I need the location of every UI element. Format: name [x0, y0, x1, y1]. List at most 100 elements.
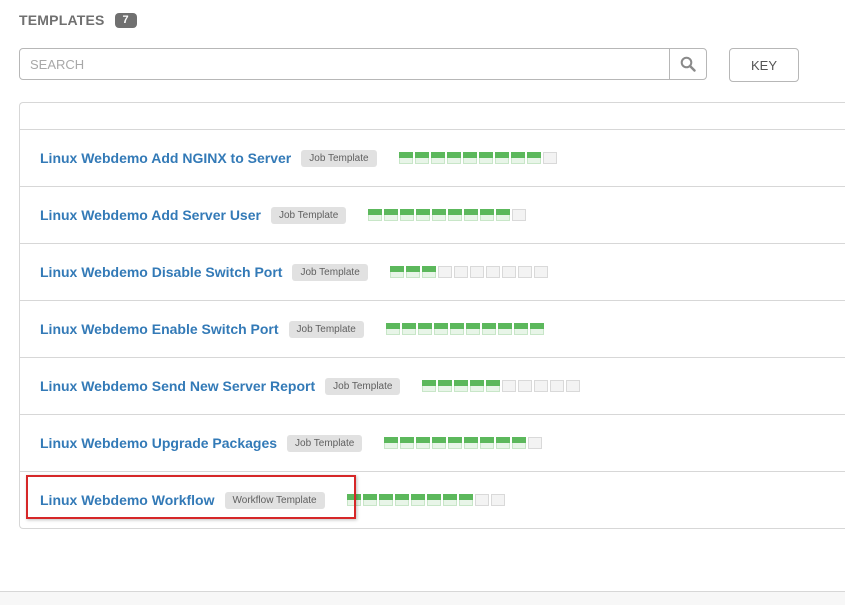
- job-success-indicator[interactable]: [480, 437, 495, 449]
- job-success-indicator[interactable]: [432, 209, 447, 221]
- list-header: [20, 103, 845, 130]
- job-empty-indicator: [528, 437, 543, 449]
- job-success-indicator[interactable]: [400, 437, 415, 449]
- job-empty-indicator: [469, 266, 484, 278]
- job-success-indicator[interactable]: [421, 266, 436, 278]
- job-success-indicator[interactable]: [384, 437, 399, 449]
- highlight-box: [26, 475, 356, 519]
- job-success-indicator[interactable]: [385, 323, 400, 335]
- search-button[interactable]: [669, 49, 706, 79]
- job-empty-indicator: [490, 494, 505, 506]
- job-success-indicator[interactable]: [462, 152, 477, 164]
- job-success-indicator[interactable]: [389, 266, 404, 278]
- template-name-link[interactable]: Linux Webdemo Upgrade Packages: [40, 435, 277, 451]
- job-success-indicator[interactable]: [449, 323, 464, 335]
- job-empty-indicator: [517, 266, 532, 278]
- job-success-indicator[interactable]: [448, 437, 463, 449]
- job-success-indicator[interactable]: [416, 437, 431, 449]
- job-success-indicator[interactable]: [426, 494, 441, 506]
- job-success-indicator[interactable]: [510, 152, 525, 164]
- job-success-indicator[interactable]: [362, 494, 377, 506]
- job-success-indicator[interactable]: [378, 494, 393, 506]
- job-status-sparkline: [384, 437, 543, 449]
- job-empty-indicator: [550, 380, 565, 392]
- job-success-indicator[interactable]: [481, 323, 496, 335]
- job-success-indicator[interactable]: [400, 209, 415, 221]
- job-success-indicator[interactable]: [464, 437, 479, 449]
- job-empty-indicator: [437, 266, 452, 278]
- job-success-indicator[interactable]: [496, 437, 511, 449]
- job-success-indicator[interactable]: [465, 323, 480, 335]
- job-success-indicator[interactable]: [480, 209, 495, 221]
- job-success-indicator[interactable]: [448, 209, 463, 221]
- job-success-indicator[interactable]: [422, 380, 437, 392]
- template-name-link[interactable]: Linux Webdemo Add Server User: [40, 207, 261, 223]
- job-success-indicator[interactable]: [398, 152, 413, 164]
- job-empty-indicator: [501, 266, 516, 278]
- job-success-indicator[interactable]: [438, 380, 453, 392]
- job-success-indicator[interactable]: [405, 266, 420, 278]
- job-status-sparkline: [346, 494, 505, 506]
- job-empty-indicator: [512, 209, 527, 221]
- template-row: Linux Webdemo Send New Server Report Job …: [20, 358, 845, 415]
- job-success-indicator[interactable]: [368, 209, 383, 221]
- template-name-link[interactable]: Linux Webdemo Enable Switch Port: [40, 321, 279, 337]
- job-success-indicator[interactable]: [432, 437, 447, 449]
- job-status-sparkline: [422, 380, 581, 392]
- key-button[interactable]: KEY: [729, 48, 799, 82]
- job-success-indicator[interactable]: [430, 152, 445, 164]
- job-empty-indicator: [534, 380, 549, 392]
- job-success-indicator[interactable]: [401, 323, 416, 335]
- template-name-link[interactable]: Linux Webdemo Add NGINX to Server: [40, 150, 291, 166]
- template-name-link[interactable]: Linux Webdemo Send New Server Report: [40, 378, 315, 394]
- search-bar: [19, 48, 707, 80]
- job-success-indicator[interactable]: [526, 152, 541, 164]
- search-input[interactable]: [20, 49, 669, 79]
- job-success-indicator[interactable]: [394, 494, 409, 506]
- job-success-indicator[interactable]: [496, 209, 511, 221]
- job-success-indicator[interactable]: [454, 380, 469, 392]
- job-status-sparkline: [389, 266, 548, 278]
- job-success-indicator[interactable]: [446, 152, 461, 164]
- job-success-indicator[interactable]: [414, 152, 429, 164]
- template-type-badge: Job Template: [325, 377, 401, 395]
- template-row: Linux Webdemo Add NGINX to Server Job Tem…: [20, 130, 845, 187]
- job-success-indicator[interactable]: [416, 209, 431, 221]
- job-success-indicator[interactable]: [384, 209, 399, 221]
- job-success-indicator[interactable]: [513, 323, 528, 335]
- job-success-indicator[interactable]: [529, 323, 544, 335]
- template-type-badge: Job Template: [301, 149, 377, 167]
- job-status-sparkline: [398, 152, 557, 164]
- job-success-indicator[interactable]: [494, 152, 509, 164]
- template-row: Linux Webdemo Enable Switch Port Job Temp…: [20, 301, 845, 358]
- job-empty-indicator: [485, 266, 500, 278]
- job-success-indicator[interactable]: [470, 380, 485, 392]
- job-empty-indicator: [453, 266, 468, 278]
- footer-divider: [0, 591, 845, 605]
- job-success-indicator[interactable]: [458, 494, 473, 506]
- templates-list: Linux Webdemo Add NGINX to Server Job Tem…: [19, 102, 845, 529]
- job-empty-indicator: [566, 380, 581, 392]
- template-type-badge: Job Template: [287, 434, 363, 452]
- job-empty-indicator: [533, 266, 548, 278]
- template-type-badge: Job Template: [270, 206, 347, 224]
- templates-header: TEMPLATES 7: [19, 12, 137, 28]
- job-success-indicator[interactable]: [478, 152, 493, 164]
- job-success-indicator[interactable]: [410, 494, 425, 506]
- job-success-indicator[interactable]: [512, 437, 527, 449]
- job-empty-indicator: [474, 494, 489, 506]
- job-success-indicator[interactable]: [486, 380, 501, 392]
- job-success-indicator[interactable]: [497, 323, 512, 335]
- template-row: Linux Webdemo Add Server User Job Templat…: [20, 187, 845, 244]
- job-empty-indicator: [518, 380, 533, 392]
- job-success-indicator[interactable]: [442, 494, 457, 506]
- count-badge: 7: [114, 12, 137, 28]
- job-empty-indicator: [542, 152, 557, 164]
- job-status-sparkline: [385, 323, 544, 335]
- job-success-indicator[interactable]: [464, 209, 479, 221]
- search-icon: [680, 56, 696, 72]
- page-title: TEMPLATES: [19, 12, 105, 28]
- template-name-link[interactable]: Linux Webdemo Disable Switch Port: [40, 264, 282, 280]
- job-success-indicator[interactable]: [417, 323, 432, 335]
- job-success-indicator[interactable]: [433, 323, 448, 335]
